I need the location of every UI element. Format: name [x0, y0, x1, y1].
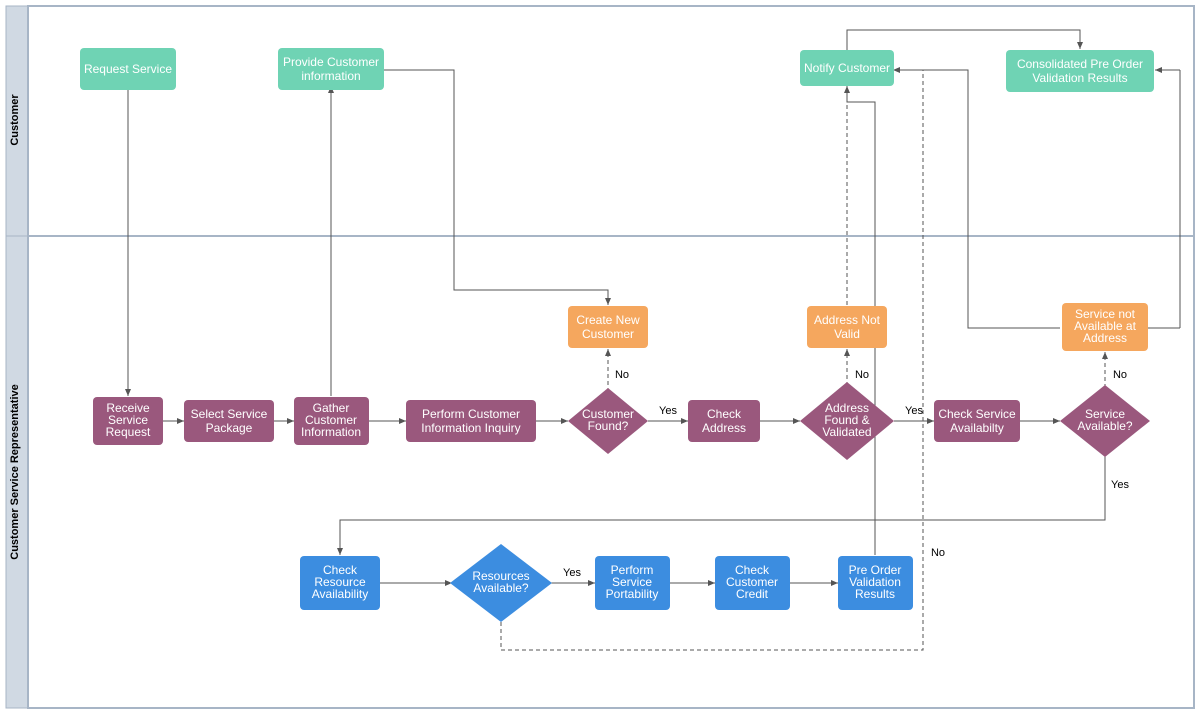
svg-text:Found?: Found?	[588, 419, 629, 433]
label-serv-yes: Yes	[1111, 479, 1129, 491]
label-resavail-yes: Yes	[563, 567, 581, 579]
svg-text:Provide Customer: Provide Customer	[283, 55, 379, 69]
node-service-not-available: Service not Available at Address	[1062, 303, 1148, 351]
node-select-service-package: Select Service Package	[184, 400, 274, 442]
node-check-address: Check Address	[688, 400, 760, 442]
node-request-service: Request Service	[80, 48, 176, 90]
flowchart-canvas: Customer Customer Service Representative…	[0, 0, 1200, 714]
svg-text:Address Not: Address Not	[814, 313, 881, 327]
svg-text:Results: Results	[855, 587, 895, 601]
svg-text:Information: Information	[301, 425, 361, 439]
svg-text:Create New: Create New	[576, 313, 640, 327]
label-resavail-no: No	[931, 547, 945, 559]
lane-label-csr: Customer Service Representative	[9, 384, 21, 559]
node-check-resource-availability: Check Resource Availability	[300, 556, 380, 610]
svg-text:Portability: Portability	[606, 587, 659, 601]
label-found-no: No	[615, 369, 629, 381]
decision-service-available: Service Available?	[1060, 385, 1150, 457]
svg-text:Perform Customer: Perform Customer	[422, 407, 520, 421]
svg-text:Customer: Customer	[582, 327, 634, 341]
label-serv-no: No	[1113, 369, 1127, 381]
label-addr-no: No	[855, 369, 869, 381]
label-addr-yes: Yes	[905, 405, 923, 417]
label-found-yes: Yes	[659, 405, 677, 417]
conn-provide-to-createnew	[376, 70, 608, 305]
svg-text:Available?: Available?	[1077, 419, 1132, 433]
lane-label-customer: Customer	[9, 94, 21, 146]
decision-resources-available: Resources Available?	[450, 544, 552, 622]
node-pre-order-validation-results: Pre Order Validation Results	[838, 556, 913, 610]
svg-text:Credit: Credit	[736, 587, 769, 601]
svg-text:Validation Results: Validation Results	[1032, 71, 1127, 85]
node-check-customer-credit: Check Customer Credit	[715, 556, 790, 610]
svg-text:Request: Request	[106, 425, 151, 439]
node-create-new-customer: Create New Customer	[568, 306, 648, 348]
decision-address-found: Address Found & Validated	[800, 382, 894, 460]
node-perform-customer-inquiry: Perform Customer Information Inquiry	[406, 400, 536, 442]
svg-text:Information Inquiry: Information Inquiry	[421, 421, 520, 435]
svg-text:Request Service: Request Service	[84, 62, 172, 76]
svg-text:Availability: Availability	[312, 587, 368, 601]
decision-customer-found: Customer Found?	[568, 388, 648, 454]
node-check-service-availability: Check Service Availabilty	[934, 400, 1020, 442]
svg-text:Notify Customer: Notify Customer	[804, 61, 890, 75]
svg-text:Check: Check	[707, 407, 742, 421]
conn-servnot-to-notify-seg	[893, 70, 1060, 328]
svg-text:Check Service: Check Service	[938, 407, 1016, 421]
node-perform-service-portability: Perform Service Portability	[595, 556, 670, 610]
svg-text:Validated: Validated	[822, 425, 871, 439]
conn-serv-yes	[340, 454, 1105, 555]
svg-text:Address: Address	[1083, 331, 1127, 345]
node-provide-customer-info: Provide Customer information	[278, 48, 384, 90]
svg-text:Package: Package	[206, 421, 253, 435]
node-notify-customer: Notify Customer	[800, 50, 894, 86]
svg-text:Address: Address	[702, 421, 746, 435]
node-address-not-valid: Address Not Valid	[807, 306, 887, 348]
svg-text:Availabilty: Availabilty	[950, 421, 1004, 435]
svg-text:Available?: Available?	[473, 581, 528, 595]
svg-text:Consolidated Pre Order: Consolidated Pre Order	[1017, 57, 1143, 71]
node-receive-service-request: Receive Service Request	[93, 397, 163, 445]
svg-text:Select Service: Select Service	[191, 407, 268, 421]
lane-body-customer	[28, 6, 1194, 236]
svg-text:Valid: Valid	[834, 327, 860, 341]
node-consolidated-results: Consolidated Pre Order Validation Result…	[1006, 50, 1154, 92]
svg-text:information: information	[301, 69, 360, 83]
node-gather-customer-info: Gather Customer Information	[294, 397, 369, 445]
